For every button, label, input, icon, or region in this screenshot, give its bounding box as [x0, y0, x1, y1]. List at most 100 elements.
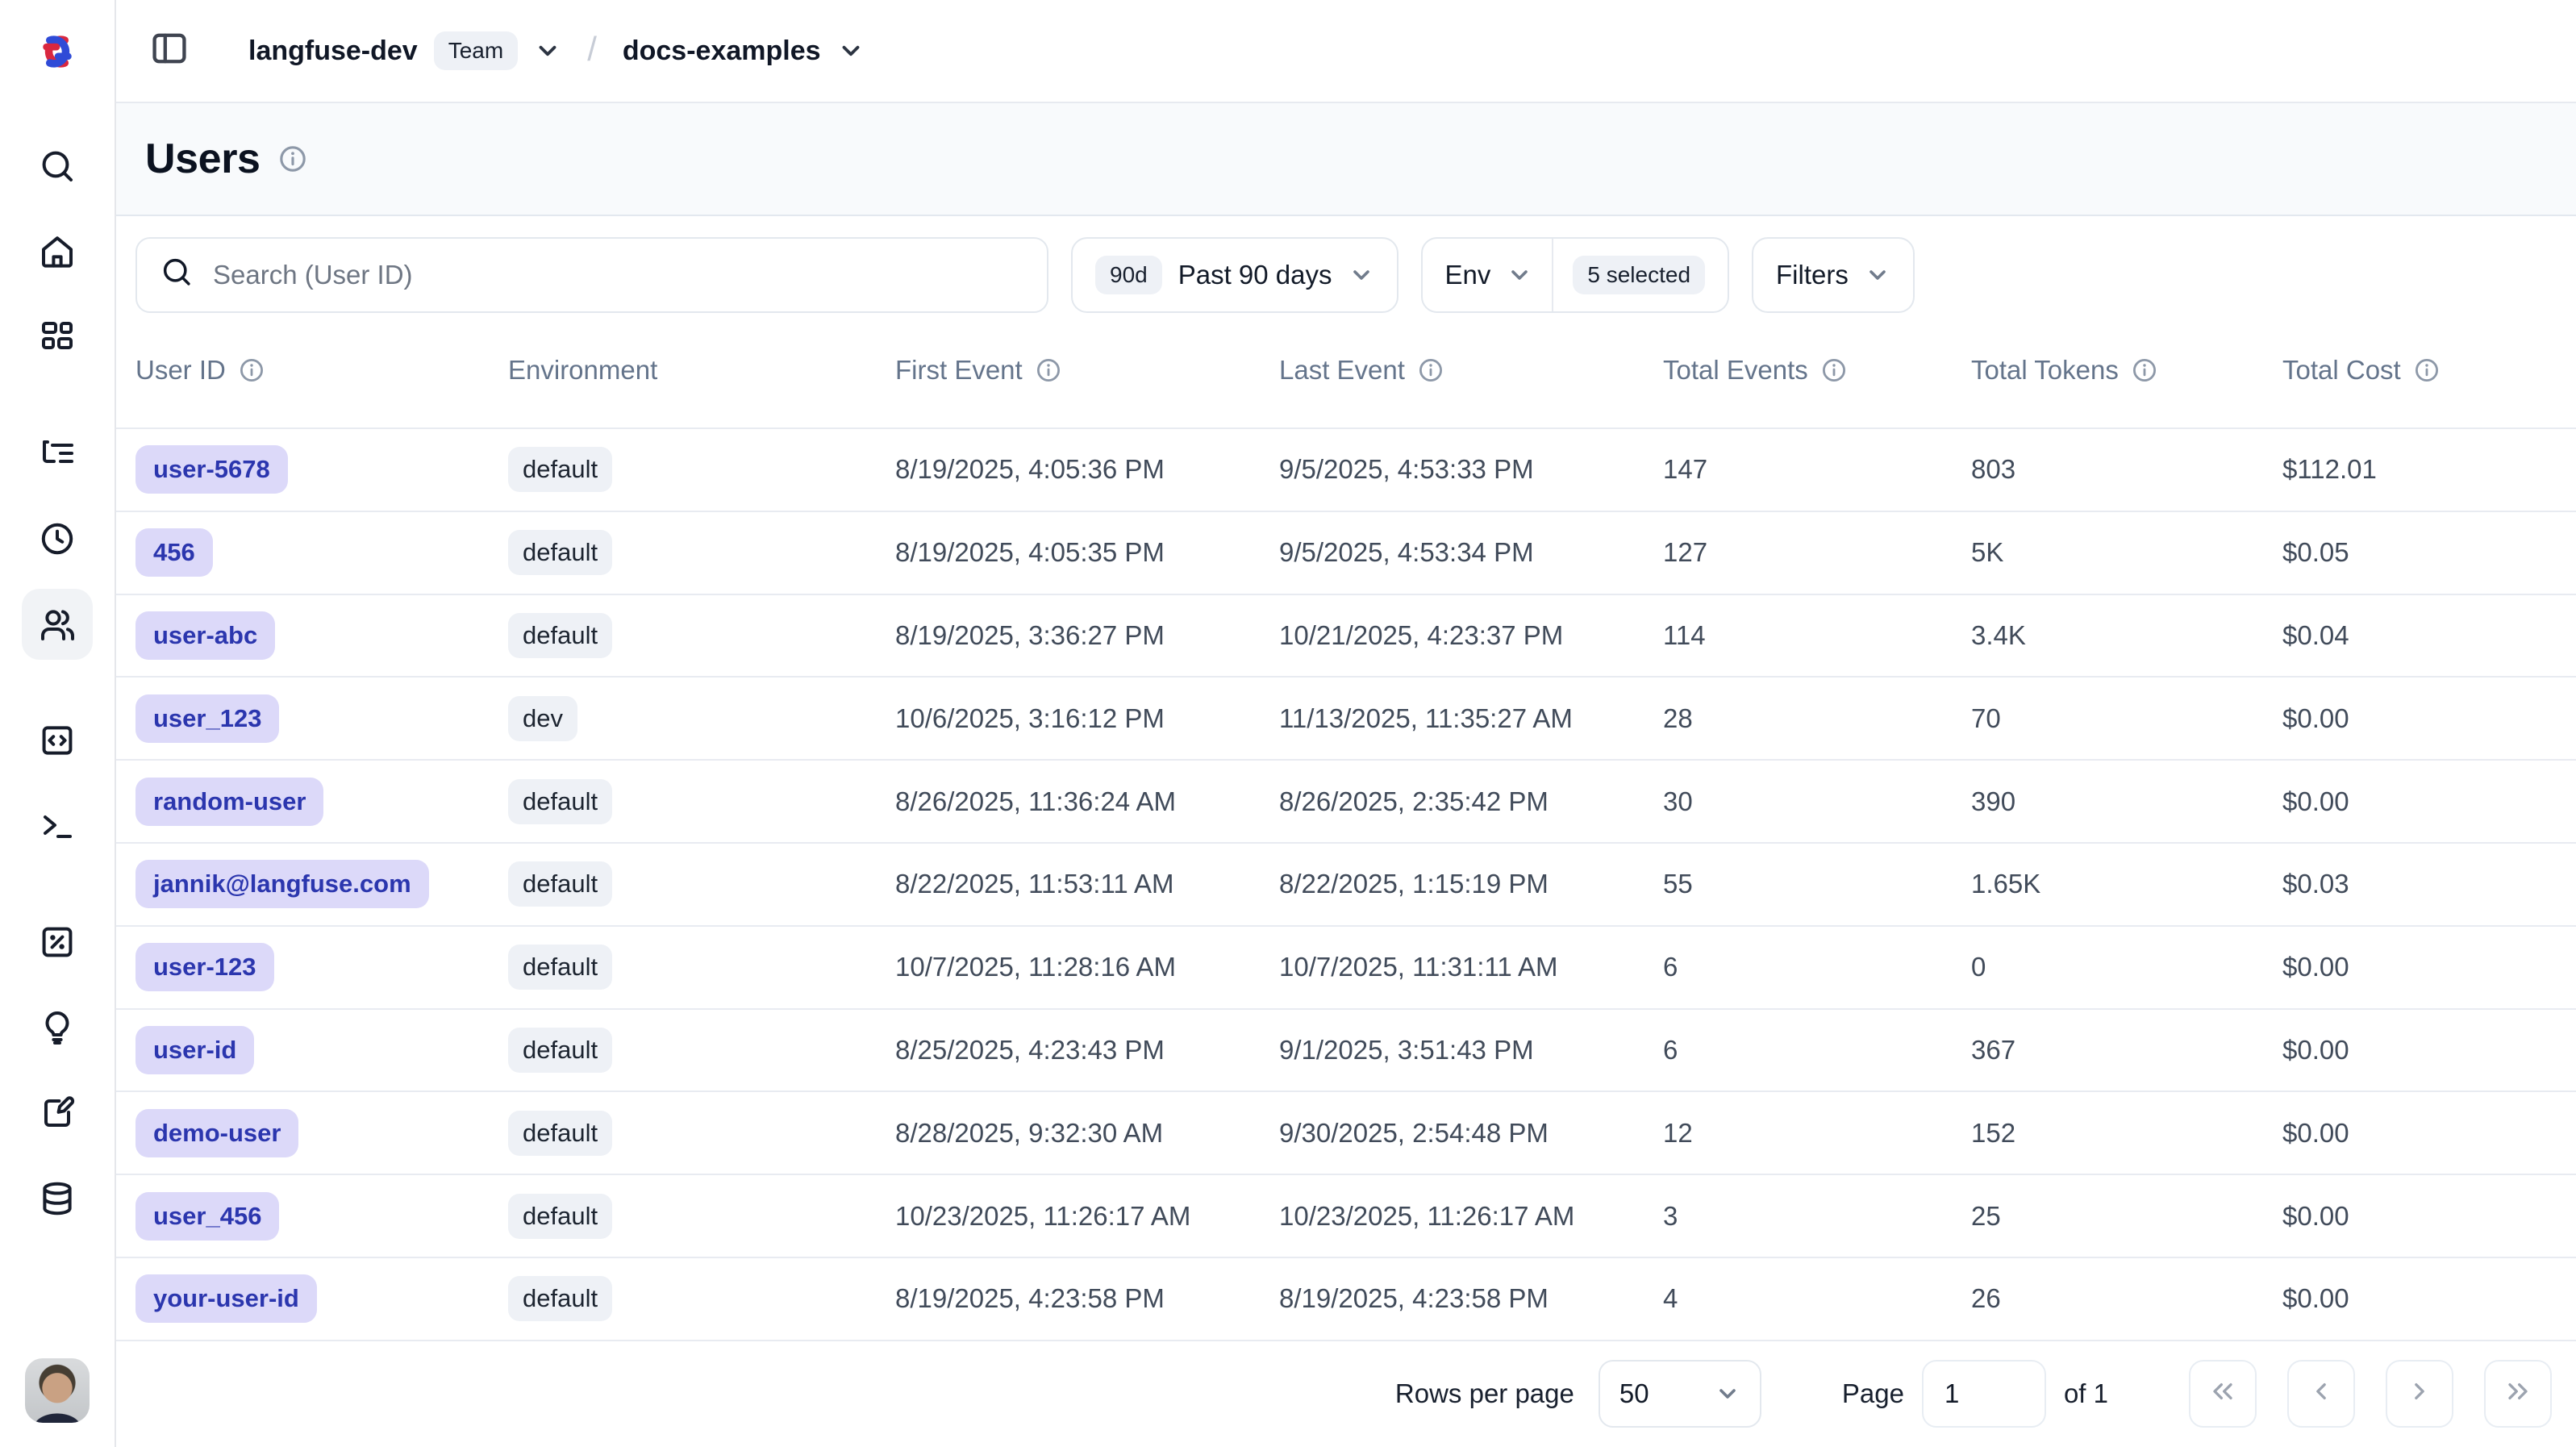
user-id-badge[interactable]: user_123	[135, 694, 279, 743]
list-tree-icon	[38, 434, 77, 473]
sidebar-item-sessions[interactable]	[22, 503, 93, 574]
divider	[1552, 239, 1553, 311]
chevron-down-icon[interactable]	[837, 37, 865, 65]
environment-cell: default	[508, 530, 895, 575]
table-row[interactable]: jannik@langfuse.com default8/22/2025, 11:…	[116, 844, 2576, 927]
environment-cell: default	[508, 613, 895, 658]
sidebar-item-dashboards[interactable]	[22, 302, 93, 373]
user-id-badge[interactable]: user-id	[135, 1026, 254, 1074]
user-id-badge[interactable]: jannik@langfuse.com	[135, 860, 429, 908]
sidebar-toggle-button[interactable]	[142, 21, 197, 81]
home-icon	[38, 232, 77, 271]
search-input[interactable]	[213, 260, 1024, 290]
column-header-last-event[interactable]: Last Event	[1279, 355, 1663, 386]
user-id-badge[interactable]: demo-user	[135, 1109, 298, 1157]
table-row[interactable]: 456default8/19/2025, 4:05:35 PM9/5/2025,…	[116, 512, 2576, 595]
dashboard-grid-icon	[38, 318, 77, 357]
last-event-cell: 9/5/2025, 4:53:33 PM	[1279, 454, 1663, 485]
table-row[interactable]: your-user-id default 8/19/2025, 4:23:58 PM…	[116, 1258, 2576, 1341]
info-icon	[239, 357, 265, 383]
chevron-down-icon	[1348, 262, 1374, 288]
total-tokens-cell: 0	[1971, 952, 2282, 982]
user-id-badge[interactable]: user-5678	[135, 445, 288, 494]
lightbulb-icon	[38, 1008, 77, 1047]
sidebar-item-annotation[interactable]	[22, 1078, 93, 1149]
first-event-cell: 8/19/2025, 4:23:58 PM	[895, 1283, 1279, 1314]
chevrons-right-icon	[2502, 1375, 2534, 1413]
user-id-badge[interactable]: user-123	[135, 943, 274, 991]
page-title: Users	[145, 135, 261, 183]
next-page-button[interactable]	[2386, 1360, 2453, 1428]
table-row[interactable]: user_456default10/23/2025, 11:26:17 AM10…	[116, 1175, 2576, 1258]
total-events-cell: 114	[1663, 620, 1971, 651]
column-header-environment[interactable]: Environment	[508, 355, 895, 386]
table-row[interactable]: random-userdefault8/26/2025, 11:36:24 AM…	[116, 761, 2576, 844]
user-id-badge[interactable]: user-abc	[135, 611, 275, 660]
last-event-cell: 10/23/2025, 11:26:17 AM	[1279, 1201, 1663, 1232]
first-event-cell: 10/23/2025, 11:26:17 AM	[895, 1201, 1279, 1232]
clock-icon	[38, 519, 77, 558]
environment-cell: default	[508, 945, 895, 990]
sidebar-item-users[interactable]	[22, 589, 93, 660]
environment-cell: default	[508, 861, 895, 907]
breadcrumb-project[interactable]: langfuse-dev	[248, 35, 418, 67]
column-header-total-events[interactable]: Total Events	[1663, 355, 1971, 386]
last-event-cell: 8/19/2025, 4:23:58 PM	[1279, 1283, 1663, 1314]
sidebar-item-prompts[interactable]	[22, 705, 93, 776]
environment-cell: default	[508, 1111, 895, 1156]
chevron-down-icon[interactable]	[534, 37, 561, 65]
avatar[interactable]	[25, 1358, 90, 1423]
table-row[interactable]: user-123default10/7/2025, 11:28:16 AM10/…	[116, 927, 2576, 1010]
environment-badge: default	[508, 530, 612, 575]
total-events-cell: 127	[1663, 537, 1971, 568]
filters-button[interactable]: Filters	[1752, 237, 1915, 313]
pagination-bar: Rows per page 50 Page of 1	[116, 1341, 2576, 1447]
user-id-badge[interactable]: your-user-id	[135, 1274, 317, 1323]
user-id-badge[interactable]: 456	[135, 528, 213, 577]
last-event-cell: 10/7/2025, 11:31:11 AM	[1279, 952, 1663, 982]
sidebar-item-tracing[interactable]	[22, 418, 93, 489]
langfuse-logo	[0, 0, 115, 103]
total-tokens-cell: 3.4K	[1971, 620, 2282, 651]
column-header-total-cost[interactable]: Total Cost	[2282, 355, 2557, 386]
total-cost-cell: $0.00	[2282, 952, 2557, 982]
page-number-input[interactable]	[1922, 1360, 2046, 1428]
user-id-cell: your-user-id	[135, 1274, 508, 1323]
date-range-button[interactable]: 90d Past 90 days	[1071, 237, 1398, 313]
page-header: Users	[116, 103, 2576, 216]
environment-badge: default	[508, 945, 612, 990]
sidebar-item-insights[interactable]	[22, 992, 93, 1063]
sidebar-item-search[interactable]	[22, 131, 93, 202]
env-filter-button[interactable]: Env 5 selected	[1421, 237, 1730, 313]
search-box[interactable]	[135, 237, 1048, 313]
column-header-user-id[interactable]: User ID	[135, 355, 508, 386]
first-event-cell: 8/22/2025, 11:53:11 AM	[895, 869, 1279, 899]
table-row[interactable]: user_123dev10/6/2025, 3:16:12 PM11/13/20…	[116, 678, 2576, 761]
chevron-right-icon	[2403, 1375, 2436, 1413]
sidebar-item-home[interactable]	[22, 216, 93, 287]
chevron-left-icon	[2305, 1375, 2337, 1413]
user-id-badge[interactable]: random-user	[135, 778, 323, 826]
first-event-cell: 8/26/2025, 11:36:24 AM	[895, 786, 1279, 817]
table-row[interactable]: demo-userdefault8/28/2025, 9:32:30 AM9/3…	[116, 1092, 2576, 1175]
user-id-badge[interactable]: user_456	[135, 1192, 279, 1241]
first-event-cell: 8/28/2025, 9:32:30 AM	[895, 1118, 1279, 1149]
table-row[interactable]: user-5678default8/19/2025, 4:05:36 PM9/5…	[116, 429, 2576, 512]
user-id-cell: user-id	[135, 1026, 508, 1074]
breadcrumb-environment[interactable]: docs-examples	[623, 35, 821, 67]
sidebar-item-datasets[interactable]	[22, 1163, 93, 1234]
last-page-button[interactable]	[2484, 1360, 2552, 1428]
sidebar-item-evaluation[interactable]	[22, 907, 93, 978]
previous-page-button[interactable]	[2287, 1360, 2355, 1428]
rows-per-page-select[interactable]: 50	[1599, 1360, 1761, 1428]
total-cost-cell: $0.03	[2282, 869, 2557, 899]
column-header-first-event[interactable]: First Event	[895, 355, 1279, 386]
first-event-cell: 8/25/2025, 4:23:43 PM	[895, 1035, 1279, 1065]
environment-badge: default	[508, 1276, 612, 1321]
first-page-button[interactable]	[2189, 1360, 2257, 1428]
table-row[interactable]: user-abcdefault8/19/2025, 3:36:27 PM10/2…	[116, 595, 2576, 678]
table-row[interactable]: user-iddefault8/25/2025, 4:23:43 PM9/1/2…	[116, 1010, 2576, 1093]
sidebar-item-playground[interactable]	[22, 790, 93, 861]
user-menu[interactable]	[25, 1358, 90, 1423]
column-header-total-tokens[interactable]: Total Tokens	[1971, 355, 2282, 386]
